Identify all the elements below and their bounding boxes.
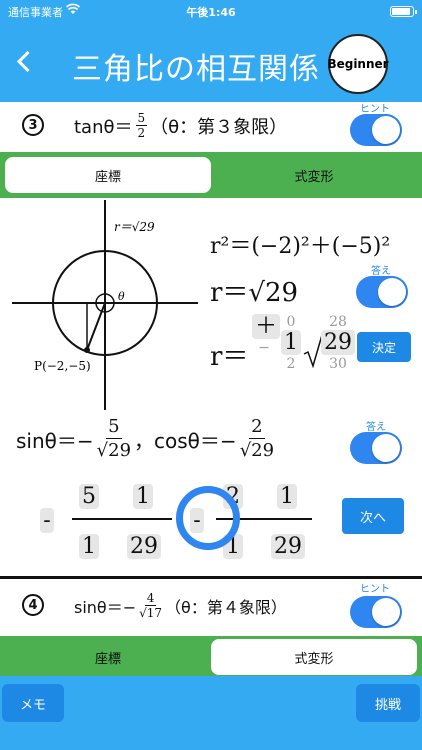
sin-prefix: sinθ＝− bbox=[16, 429, 94, 453]
next-button[interactable]: 次へ bbox=[342, 498, 404, 534]
sign-picker[interactable]: ＋ − bbox=[252, 314, 281, 356]
tab-coords[interactable]: 座標 bbox=[5, 157, 211, 193]
clock: 午後1:46 bbox=[186, 6, 236, 19]
f1-num-root-picker[interactable]: 1 bbox=[132, 484, 154, 510]
fraction: 4 √17 bbox=[139, 591, 163, 621]
tab-formula[interactable]: 式変形 bbox=[211, 639, 417, 675]
sin-cos-equation: sinθ＝− 5 √29 ，cosθ＝− 2 √29 bbox=[16, 416, 277, 463]
f2-den-root-picker[interactable]: 29 bbox=[268, 534, 308, 560]
point-label: P(−2,−5) bbox=[34, 359, 91, 373]
fraction-numerator: 4 bbox=[144, 591, 157, 606]
problem-expression: sinθ＝− 4 √17 （θ：第４象限） bbox=[74, 588, 287, 624]
problem-number: 3 bbox=[22, 114, 44, 136]
hint-toggle[interactable] bbox=[350, 114, 402, 146]
level-badge: Beginner bbox=[327, 34, 389, 94]
problem-3-row: 3 tanθ＝ 5 2 （θ：第３象限） ヒント bbox=[0, 102, 422, 152]
page-title: 三角比の相互関係 bbox=[72, 52, 320, 87]
hint-label: ヒント bbox=[360, 104, 390, 115]
eq-r-value: r＝√29 bbox=[210, 278, 299, 308]
answer-label-2: 答え bbox=[366, 422, 386, 433]
cos-prefix: ，cosθ＝− bbox=[134, 429, 237, 453]
r-label: r＝√29 bbox=[114, 220, 155, 234]
eq-r-input-prefix: r＝ bbox=[210, 342, 249, 372]
answer-toggle-2[interactable] bbox=[350, 432, 402, 464]
coefficient-picker[interactable]: 0 1 2 bbox=[280, 314, 302, 372]
cos-fraction: 2 √29 bbox=[239, 416, 275, 461]
f2-num-root-picker[interactable]: 1 bbox=[276, 484, 298, 510]
segment-control-bottom: 座標 式変形 bbox=[0, 636, 422, 678]
unit-circle-diagram: r＝√29 θ P(−2,−5) bbox=[12, 200, 198, 410]
section-divider bbox=[0, 576, 422, 579]
f1-numerator-picker[interactable]: 5 bbox=[78, 484, 100, 510]
decide-button[interactable]: 決定 bbox=[357, 332, 411, 362]
radicand-picker[interactable]: 28 29 30 bbox=[318, 314, 358, 372]
expr-prefix: sinθ＝− bbox=[74, 598, 137, 617]
expr-suffix: （θ：第３象限） bbox=[150, 117, 288, 138]
back-chevron-icon[interactable] bbox=[14, 46, 38, 76]
fraction-numerator: 5 bbox=[135, 111, 148, 126]
answer-label: 答え bbox=[371, 266, 391, 277]
answer-toggle[interactable] bbox=[356, 276, 408, 308]
tab-coords[interactable]: 座標 bbox=[5, 639, 211, 675]
expr-suffix: （θ：第４象限） bbox=[165, 598, 287, 617]
memo-button[interactable]: メモ bbox=[2, 684, 64, 722]
f1-fraction-bar bbox=[72, 518, 172, 520]
problem-expression: tanθ＝ 5 2 （θ：第３象限） bbox=[74, 108, 287, 144]
hint-toggle[interactable] bbox=[350, 596, 402, 628]
f1-sign-picker[interactable]: - bbox=[36, 508, 58, 534]
fraction-denominator: 2 bbox=[137, 126, 146, 140]
f1-den-root-picker[interactable]: 29 bbox=[124, 534, 164, 560]
sin-fraction: 5 √29 bbox=[96, 416, 132, 461]
tab-formula[interactable]: 式変形 bbox=[211, 157, 417, 193]
nav-bar: 三角比の相互関係 Beginner bbox=[0, 22, 422, 102]
eq-r-squared: r²＝(−2)²＋(−5)² bbox=[210, 234, 391, 259]
fraction: 5 2 bbox=[135, 111, 148, 140]
theta-label: θ bbox=[118, 290, 125, 303]
f1-denominator-picker[interactable]: 1 bbox=[78, 534, 100, 560]
hint-label: ヒント bbox=[360, 584, 390, 595]
status-bar: 通信事業者 午後1:46 bbox=[0, 0, 422, 22]
touch-indicator bbox=[176, 486, 240, 550]
footer-bar: メモ 挑戦 bbox=[0, 676, 422, 750]
challenge-button[interactable]: 挑戦 bbox=[356, 684, 420, 722]
problem-4-row: 4 sinθ＝− 4 √17 （θ：第４象限） ヒント bbox=[0, 582, 422, 632]
fraction-denominator: √17 bbox=[139, 606, 163, 620]
expr-prefix: tanθ＝ bbox=[74, 117, 133, 138]
segment-control-top: 座標 式変形 bbox=[0, 152, 422, 198]
problem-number: 4 bbox=[22, 594, 44, 616]
battery-icon bbox=[390, 6, 417, 17]
